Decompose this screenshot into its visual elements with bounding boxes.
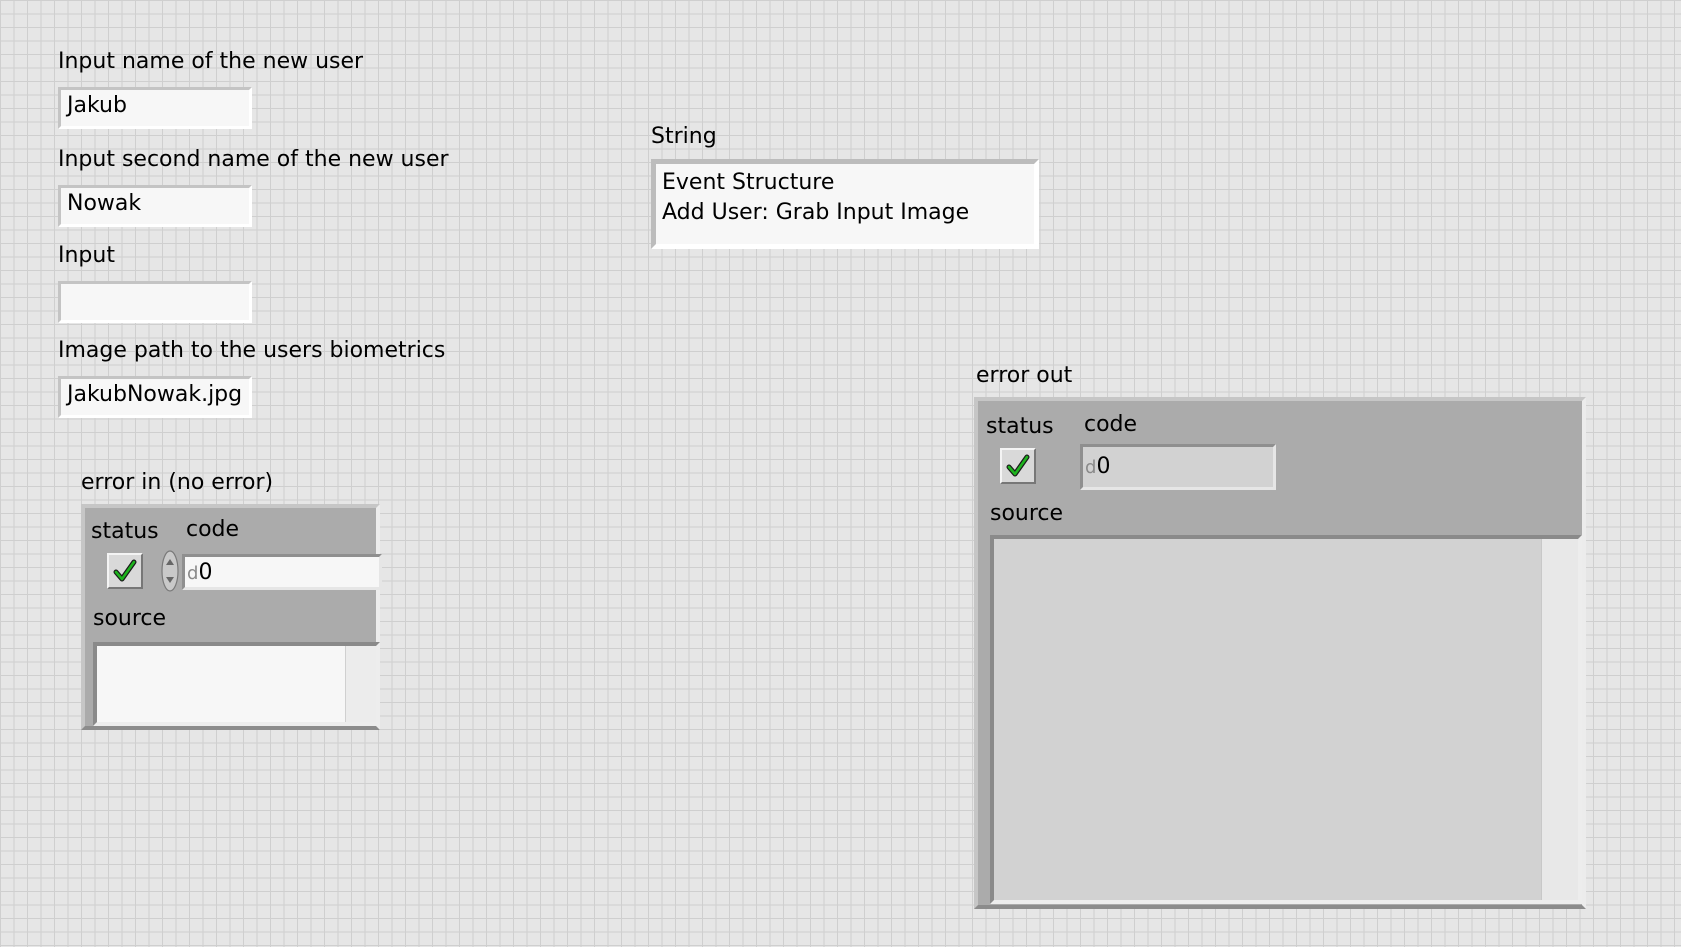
input-field[interactable]	[58, 281, 252, 323]
error-out-source-label: source	[990, 501, 1064, 526]
increment-decrement-icon	[161, 550, 179, 592]
error-out-label: error out	[976, 363, 1073, 388]
error-in-code-label: code	[186, 517, 240, 542]
error-in-source-scrollbar[interactable]	[345, 646, 376, 722]
error-out-code-value: 0	[1096, 454, 1111, 479]
image-path-label: Image path to the users biometrics	[58, 338, 446, 363]
string-line-2: Add User: Grab Input Image	[662, 200, 970, 225]
error-in-source-label: source	[93, 606, 167, 631]
error-out-radix: d	[1085, 457, 1097, 478]
string-label: String	[651, 124, 717, 149]
error-in-code-incdec[interactable]	[161, 550, 179, 592]
error-out-source-field	[990, 535, 1582, 904]
error-out-status-indicator	[1000, 448, 1036, 484]
error-in-cluster: status code d0 source	[81, 504, 382, 730]
string-line-1: Event Structure	[662, 170, 835, 195]
error-in-source-field[interactable]	[93, 642, 380, 726]
error-in-code-input[interactable]: d0	[182, 554, 382, 590]
error-out-source-scrollbar[interactable]	[1541, 539, 1578, 900]
string-indicator: Event Structure Add User: Grab Input Ima…	[651, 159, 1039, 249]
error-out-cluster: status code d0 source	[974, 397, 1586, 909]
second-name-input[interactable]: Nowak	[58, 185, 252, 227]
name-input[interactable]: Jakub	[58, 87, 252, 129]
green-check-icon	[113, 559, 137, 582]
error-in-code-value: 0	[198, 560, 213, 585]
second-name-label: Input second name of the new user	[58, 147, 449, 172]
green-check-icon	[1006, 454, 1030, 477]
name-label: Input name of the new user	[58, 49, 364, 74]
error-in-radix: d	[187, 563, 199, 584]
image-path-input[interactable]: JakubNowak.jpg	[58, 376, 252, 418]
error-in-status-button[interactable]	[107, 553, 143, 589]
error-out-code-label: code	[1084, 412, 1138, 437]
error-in-status-label: status	[91, 519, 159, 544]
error-in-label: error in (no error)	[81, 470, 274, 495]
input-label: Input	[58, 243, 115, 268]
error-out-status-label: status	[986, 414, 1054, 439]
error-out-code-display: d0	[1080, 444, 1276, 490]
